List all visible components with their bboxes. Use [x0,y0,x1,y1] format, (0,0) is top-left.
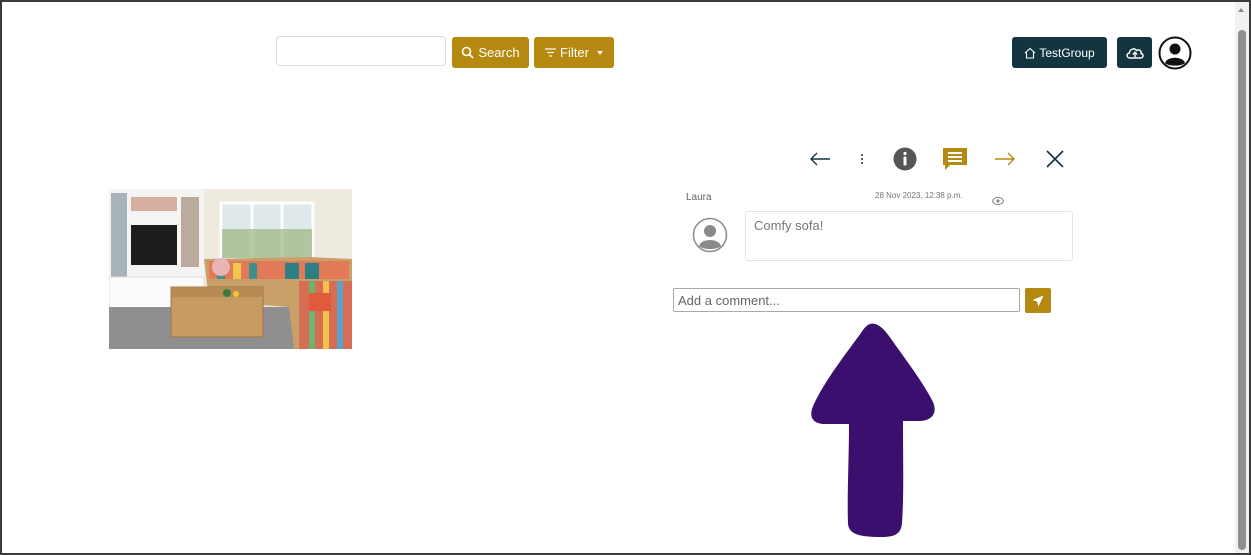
group-button[interactable]: TestGroup [1012,37,1107,68]
eye-icon[interactable] [992,196,1004,206]
comment-timestamp: 28 Nov 2023, 12:38 p.m. [875,191,963,200]
chevron-down-icon [596,50,603,55]
info-icon [893,147,917,171]
filter-button[interactable]: Filter [534,37,614,68]
scroll-up-arrow-icon[interactable] [1238,8,1244,12]
comment-author: Laura [686,192,712,203]
close-icon [1046,150,1064,168]
home-icon [1024,47,1036,59]
previous-button[interactable] [806,145,834,173]
vertical-scrollbar[interactable] [1235,2,1249,553]
send-comment-button[interactable] [1025,288,1051,313]
more-vertical-icon [861,154,863,164]
filter-button-label: Filter [560,45,589,60]
search-button-label: Search [478,45,520,60]
filter-icon [545,48,557,57]
user-avatar-icon[interactable] [1158,36,1192,70]
app-window: Search Filter TestGroup Laura 28 Nov 202… [0,0,1251,555]
upload-button[interactable] [1117,37,1152,68]
comment-text: Comfy sofa! [745,211,1073,261]
arrow-left-icon [810,152,830,166]
room-photo[interactable] [109,189,352,349]
cloud-upload-icon [1125,47,1144,59]
close-button[interactable] [1041,145,1069,173]
group-button-label: TestGroup [1039,45,1095,60]
comment-icon [943,148,967,170]
search-button[interactable]: Search [452,37,529,68]
scrollbar-thumb[interactable] [1238,30,1246,550]
more-options-button[interactable] [848,145,876,173]
arrow-right-icon [995,152,1015,166]
add-comment-input[interactable] [673,288,1020,312]
info-button[interactable] [891,145,919,173]
send-icon [1032,295,1044,306]
comment-avatar-icon [692,217,728,253]
annotation-arrow [811,323,935,537]
search-input[interactable] [276,36,446,66]
next-button[interactable] [991,145,1019,173]
comments-button[interactable] [941,145,969,173]
search-icon [462,46,474,59]
